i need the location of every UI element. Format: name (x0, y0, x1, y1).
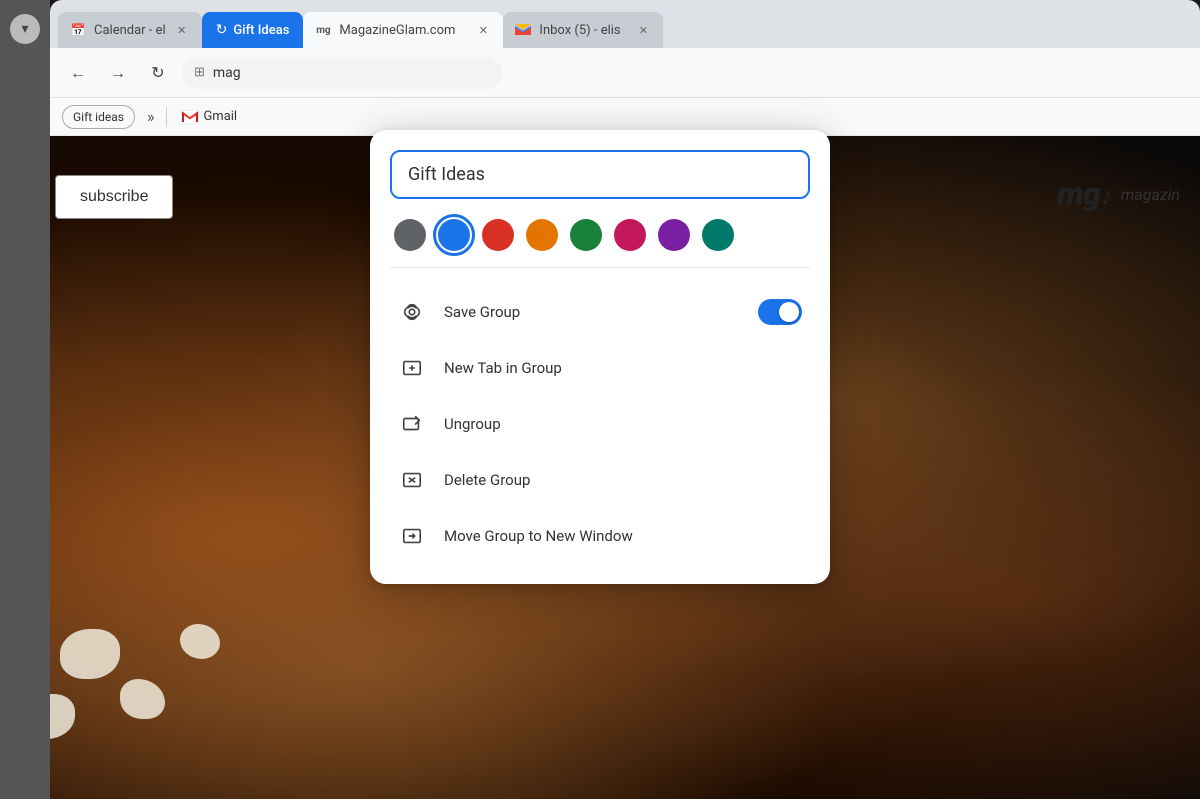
magazine-favicon: mg (315, 22, 331, 38)
tab-magazine-label: MagazineGlam.com (339, 23, 455, 38)
forward-button[interactable]: → (102, 57, 134, 89)
bookmarks-more-button[interactable]: » (143, 107, 159, 126)
gmail-bookmark-label: Gmail (203, 109, 237, 124)
tab-close-calendar[interactable]: ✕ (174, 22, 190, 38)
tab-bar: 📅 Calendar - el ✕ ↻ Gift Ideas mg Magazi… (50, 0, 1200, 48)
menu-item-move-window[interactable]: Move Group to New Window (390, 508, 810, 564)
color-purple[interactable] (658, 219, 690, 251)
menu-item-save-group[interactable]: Save Group (390, 284, 810, 340)
chevron-down-icon[interactable]: ▾ (10, 14, 40, 44)
tab-calendar[interactable]: 📅 Calendar - el ✕ (58, 12, 202, 48)
calendar-favicon: 📅 (70, 22, 86, 38)
menu-item-new-tab[interactable]: New Tab in Group (390, 340, 810, 396)
color-grey[interactable] (394, 219, 426, 251)
menu-divider (390, 267, 810, 268)
tab-inbox-label: Inbox (5) - elis (539, 23, 620, 38)
tab-group-gift-ideas[interactable]: ↻ Gift Ideas (202, 12, 304, 48)
group-name-input-container[interactable] (390, 150, 810, 199)
gmail-favicon (515, 22, 531, 38)
color-orange[interactable] (526, 219, 558, 251)
magazine-name: magazin (1121, 185, 1180, 204)
color-red[interactable] (482, 219, 514, 251)
address-text: mag (213, 65, 241, 81)
color-blue[interactable] (438, 219, 470, 251)
bookmark-gmail[interactable]: Gmail (175, 105, 243, 128)
tab-inbox[interactable]: Inbox (5) - elis ✕ (503, 12, 663, 48)
subscribe-area: subscribe (55, 175, 173, 219)
save-group-toggle[interactable] (758, 299, 802, 325)
menu-item-ungroup[interactable]: Ungroup (390, 396, 810, 452)
group-name-input[interactable] (408, 164, 792, 185)
move-window-icon (398, 522, 426, 550)
tab-list-button[interactable]: ▾ (0, 0, 50, 799)
color-picker (390, 219, 810, 251)
menu-item-delete-group[interactable]: Delete Group (390, 452, 810, 508)
navigation-bar: ← → ↻ ⊞ mag (50, 48, 1200, 98)
color-teal[interactable] (702, 219, 734, 251)
tab-group-label: Gift Ideas (233, 23, 289, 38)
new-tab-label: New Tab in Group (444, 359, 802, 377)
color-pink[interactable] (614, 219, 646, 251)
new-tab-icon (398, 354, 426, 382)
ungroup-label: Ungroup (444, 415, 802, 433)
bookmark-gift-ideas[interactable]: Gift ideas (62, 105, 135, 129)
browser-chrome: 📅 Calendar - el ✕ ↻ Gift Ideas mg Magazi… (50, 0, 1200, 136)
subscribe-button[interactable]: subscribe (55, 175, 173, 219)
magazine-logo-area: mg♪ magazin (1057, 175, 1200, 213)
gmail-icon (181, 110, 199, 124)
magazine-logo: mg♪ (1057, 175, 1113, 213)
save-group-label: Save Group (444, 303, 740, 321)
tab-calendar-label: Calendar - el (94, 23, 166, 38)
flower-decoration (120, 679, 165, 719)
flower-decoration (60, 629, 120, 679)
tab-magazine[interactable]: mg MagazineGlam.com ✕ (303, 12, 503, 48)
delete-group-label: Delete Group (444, 471, 802, 489)
ungroup-icon (398, 410, 426, 438)
tab-close-inbox[interactable]: ✕ (635, 22, 651, 38)
move-window-label: Move Group to New Window (444, 527, 802, 545)
flower-decoration (180, 624, 220, 659)
save-group-icon (398, 298, 426, 326)
address-bar[interactable]: ⊞ mag (182, 57, 502, 89)
color-green[interactable] (570, 219, 602, 251)
bookmarks-divider (166, 107, 167, 127)
delete-group-icon (398, 466, 426, 494)
toggle-knob (779, 302, 799, 322)
sync-icon: ↻ (216, 22, 228, 38)
address-bar-icon: ⊞ (194, 65, 205, 80)
reload-button[interactable]: ↻ (142, 57, 174, 89)
tab-group-context-menu: Save Group New Tab in Group Ungroup (370, 130, 830, 584)
tab-close-magazine[interactable]: ✕ (475, 22, 491, 38)
back-button[interactable]: ← (62, 57, 94, 89)
